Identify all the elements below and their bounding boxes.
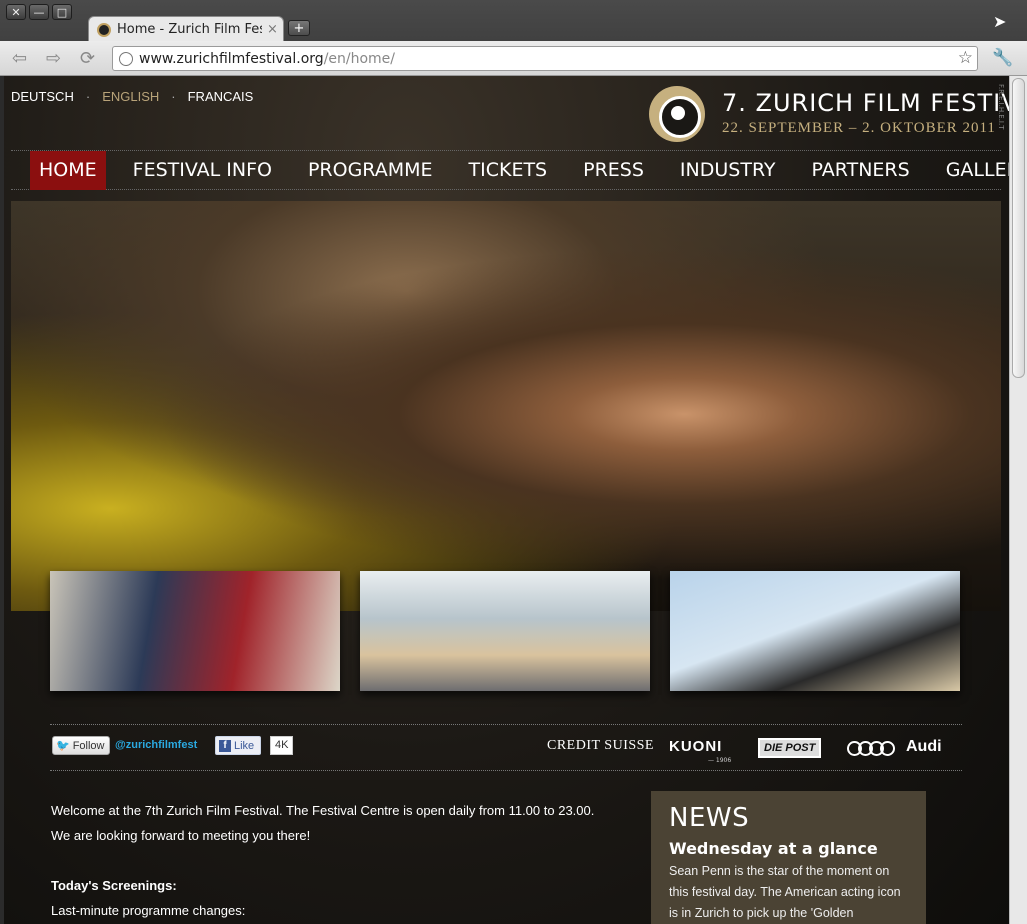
- language-switcher: DEUTSCH · ENGLISH · FRANCAIS: [11, 89, 253, 104]
- news-panel: NEWS Wednesday at a glance Sean Penn is …: [651, 791, 926, 924]
- nav-programme[interactable]: PROGRAMME: [299, 151, 442, 190]
- twitter-bird-icon: 🐦: [56, 740, 70, 752]
- thumbnail-image[interactable]: [360, 571, 650, 691]
- sponsor-kuoni-logo[interactable]: KUONI: [669, 738, 722, 755]
- logo-title: 7. ZURICH FILM FESTIVAL: [722, 89, 1009, 117]
- favicon-icon: [97, 22, 111, 37]
- facebook-icon: f: [219, 739, 231, 752]
- lang-separator: ·: [85, 89, 91, 104]
- facebook-like-button[interactable]: f Like: [215, 736, 261, 755]
- thumbnail-strip: [50, 571, 960, 691]
- audi-rings-icon: [847, 741, 895, 756]
- url-path: /en/home/: [323, 50, 396, 67]
- festival-logo[interactable]: 7. ZURICH FILM FESTIVAL 22. SEPTEMBER – …: [649, 86, 1009, 142]
- bookmark-star-icon[interactable]: ☆: [958, 48, 973, 68]
- social-sponsor-bar: 🐦 Follow @zurichfilmfest f Like 4K CREDI…: [50, 724, 962, 771]
- wrench-icon[interactable]: 🔧: [992, 48, 1013, 68]
- welcome-line-2: We are looking forward to meeting you th…: [51, 828, 311, 843]
- window-controls: ✕ — □: [6, 4, 72, 20]
- programme-changes-label: Last-minute programme changes:: [51, 903, 246, 918]
- nav-partners[interactable]: PARTNERS: [803, 151, 919, 190]
- thumbnail-image[interactable]: [670, 571, 960, 691]
- lang-separator: ·: [171, 89, 176, 104]
- vertical-tagline: F.R.E.I.H.E.I.T: [997, 84, 1005, 130]
- sponsor-credit-suisse-logo[interactable]: CREDIT SUISSE: [547, 738, 654, 754]
- mouse-cursor-icon: ➤: [993, 12, 1007, 31]
- lang-english[interactable]: ENGLISH: [102, 89, 159, 104]
- news-headline[interactable]: Wednesday at a glance: [669, 839, 908, 858]
- nav-tickets[interactable]: TICKETS: [460, 151, 557, 190]
- page-content: DEUTSCH · ENGLISH · FRANCAIS 7. ZURICH F…: [4, 76, 1009, 924]
- news-body: Sean Penn is the star of the moment on t…: [669, 864, 901, 920]
- reload-icon[interactable]: ⟳: [80, 48, 95, 69]
- nav-home[interactable]: HOME: [30, 150, 106, 190]
- browser-toolbar: ⇦ ⇨ ⟳ www.zurichfilmfestival.org /en/hom…: [0, 41, 1027, 76]
- scrollbar-thumb[interactable]: [1012, 78, 1025, 378]
- facebook-like-count: 4K: [270, 736, 294, 755]
- lang-deutsch[interactable]: DEUTSCH: [11, 89, 74, 104]
- sponsor-audi-logo[interactable]: Audi: [906, 738, 942, 756]
- minimize-window-button[interactable]: —: [29, 4, 49, 20]
- address-bar[interactable]: www.zurichfilmfestival.org /en/home/ ☆: [112, 46, 978, 71]
- sponsor-die-post-logo[interactable]: DIE POST: [758, 738, 822, 758]
- vertical-scrollbar[interactable]: [1009, 76, 1027, 924]
- nav-gallery[interactable]: GALLERY: [937, 151, 1009, 190]
- back-icon[interactable]: ⇦: [12, 48, 27, 69]
- screenings-heading: Today's Screenings:: [51, 878, 177, 893]
- forward-icon[interactable]: ⇨: [46, 48, 61, 69]
- facebook-like-label: Like: [234, 739, 255, 752]
- welcome-line-1: Welcome at the 7th Zurich Film Festival.…: [51, 803, 595, 818]
- lang-francais[interactable]: FRANCAIS: [188, 89, 254, 104]
- nav-industry[interactable]: INDUSTRY: [671, 151, 785, 190]
- maximize-window-button[interactable]: □: [52, 4, 72, 20]
- nav-festival-info[interactable]: FESTIVAL INFO: [124, 151, 281, 190]
- news-title: NEWS: [669, 803, 750, 833]
- twitter-handle[interactable]: @zurichfilmfest: [115, 739, 197, 751]
- close-window-button[interactable]: ✕: [6, 4, 26, 20]
- tab-title: Home - Zurich Film Fest: [117, 22, 262, 37]
- eye-logo-icon: [649, 86, 705, 142]
- twitter-follow-button[interactable]: 🐦 Follow: [52, 736, 110, 755]
- welcome-text: Welcome at the 7th Zurich Film Festival.…: [51, 804, 631, 924]
- thumbnail-image[interactable]: [50, 571, 340, 691]
- browser-tab[interactable]: Home - Zurich Film Fest ×: [88, 16, 284, 42]
- nav-press[interactable]: PRESS: [574, 151, 653, 190]
- main-navigation: HOME FESTIVAL INFO PROGRAMME TICKETS PRE…: [11, 150, 1009, 190]
- url-host: www.zurichfilmfestival.org: [139, 50, 324, 67]
- tab-close-icon[interactable]: ×: [267, 22, 278, 37]
- hero-image[interactable]: [11, 201, 1001, 611]
- sponsor-kuoni-subtext: — 1906: [708, 757, 732, 764]
- twitter-follow-label: Follow: [72, 739, 105, 752]
- new-tab-button[interactable]: +: [288, 20, 310, 36]
- logo-dates: 22. SEPTEMBER – 2. OKTOBER 2011: [722, 120, 996, 136]
- globe-icon: [119, 51, 133, 66]
